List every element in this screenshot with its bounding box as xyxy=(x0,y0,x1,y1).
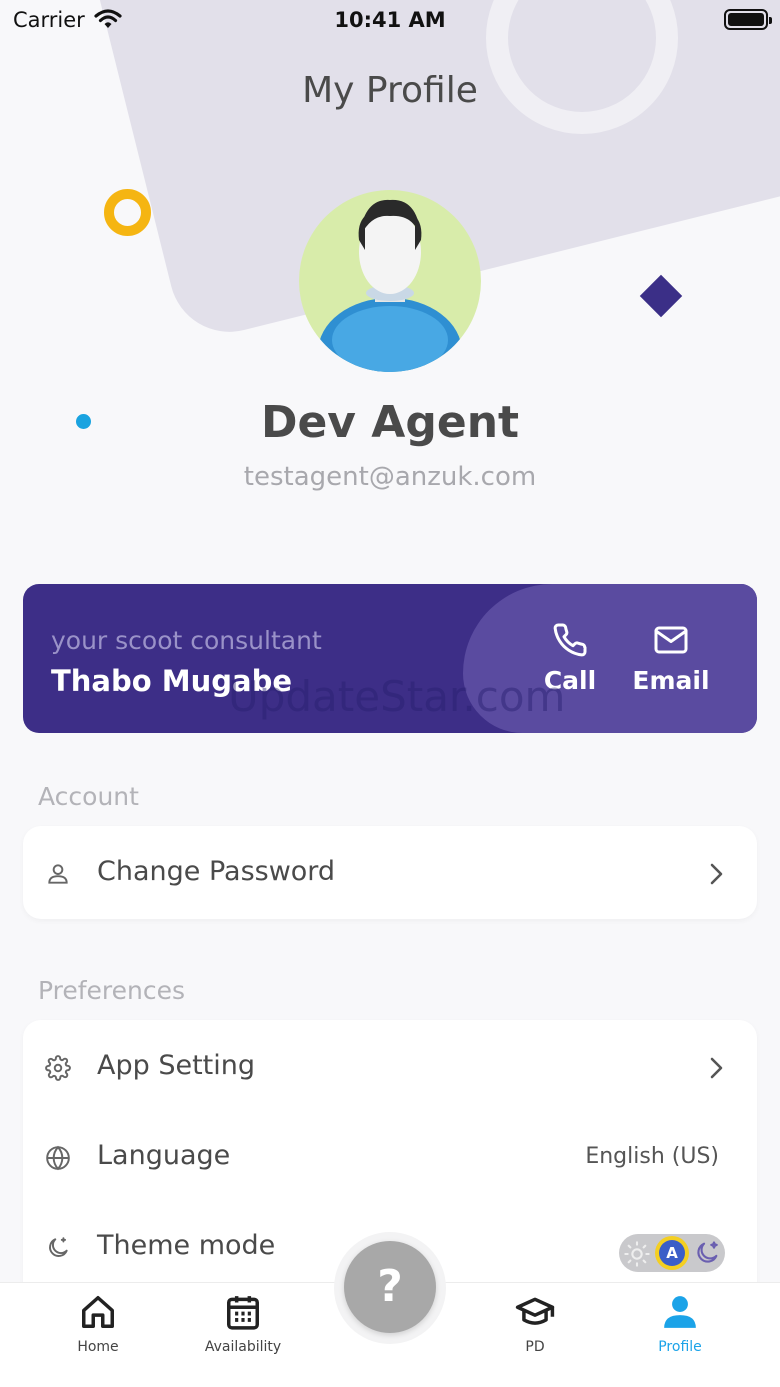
graduation-cap-icon xyxy=(515,1297,555,1325)
theme-auto-option[interactable]: A xyxy=(655,1236,689,1270)
tab-availability-label: Availability xyxy=(204,1339,282,1355)
avatar[interactable] xyxy=(299,190,481,372)
tab-profile[interactable]: Profile xyxy=(620,1293,740,1355)
email-label: Email xyxy=(632,666,710,695)
home-icon xyxy=(82,1296,114,1328)
calendar-icon xyxy=(227,1296,259,1330)
email-button[interactable]: Email xyxy=(621,622,721,695)
orange-ring-decoration xyxy=(104,189,151,236)
theme-mode-label: Theme mode xyxy=(97,1230,276,1261)
tab-home[interactable]: Home xyxy=(38,1293,158,1355)
watermark: UpdateStar.com xyxy=(228,672,566,721)
moon-stars-icon xyxy=(697,1241,718,1263)
theme-auto-letter: A xyxy=(659,1240,685,1266)
mail-icon xyxy=(654,626,688,654)
battery-icon xyxy=(724,9,772,30)
change-password-row[interactable]: Change Password xyxy=(23,828,757,918)
account-section-label: Account xyxy=(38,782,139,811)
theme-mode-toggle[interactable]: A xyxy=(619,1234,725,1272)
avatar-person-icon xyxy=(318,199,462,372)
chevron-right-icon xyxy=(710,1057,723,1079)
language-value: English (US) xyxy=(585,1144,719,1169)
app-setting-row[interactable]: App Setting xyxy=(23,1022,757,1112)
diamond-decoration xyxy=(639,274,683,318)
status-bar: Carrier 10:41 AM xyxy=(0,0,780,40)
person-icon xyxy=(664,1296,696,1328)
chevron-right-icon xyxy=(710,863,723,885)
language-row[interactable]: Language English (US) xyxy=(23,1112,757,1202)
user-icon xyxy=(48,864,68,884)
gear-icon xyxy=(45,1055,71,1081)
tab-profile-label: Profile xyxy=(658,1339,702,1355)
help-button[interactable]: ? xyxy=(344,1241,436,1333)
phone-icon xyxy=(553,623,587,657)
preferences-section-label: Preferences xyxy=(38,976,186,1005)
language-label: Language xyxy=(97,1140,231,1171)
tab-home-label: Home xyxy=(77,1339,119,1355)
status-time: 10:41 AM xyxy=(334,8,446,32)
moon-icon xyxy=(49,1237,68,1257)
tab-pd[interactable]: PD xyxy=(475,1293,595,1355)
tab-availability[interactable]: Availability xyxy=(183,1293,303,1355)
user-email: testagent@anzuk.com xyxy=(243,462,537,492)
change-password-label: Change Password xyxy=(97,856,336,887)
app-setting-label: App Setting xyxy=(97,1050,256,1081)
consultant-kicker: your scoot consultant xyxy=(51,626,322,655)
tab-pd-label: PD xyxy=(525,1339,545,1355)
sun-icon xyxy=(624,1241,650,1267)
page-title: My Profile xyxy=(302,70,478,111)
account-card: Change Password xyxy=(23,826,757,919)
globe-icon xyxy=(46,1145,70,1171)
user-name: Dev Agent xyxy=(260,397,520,448)
